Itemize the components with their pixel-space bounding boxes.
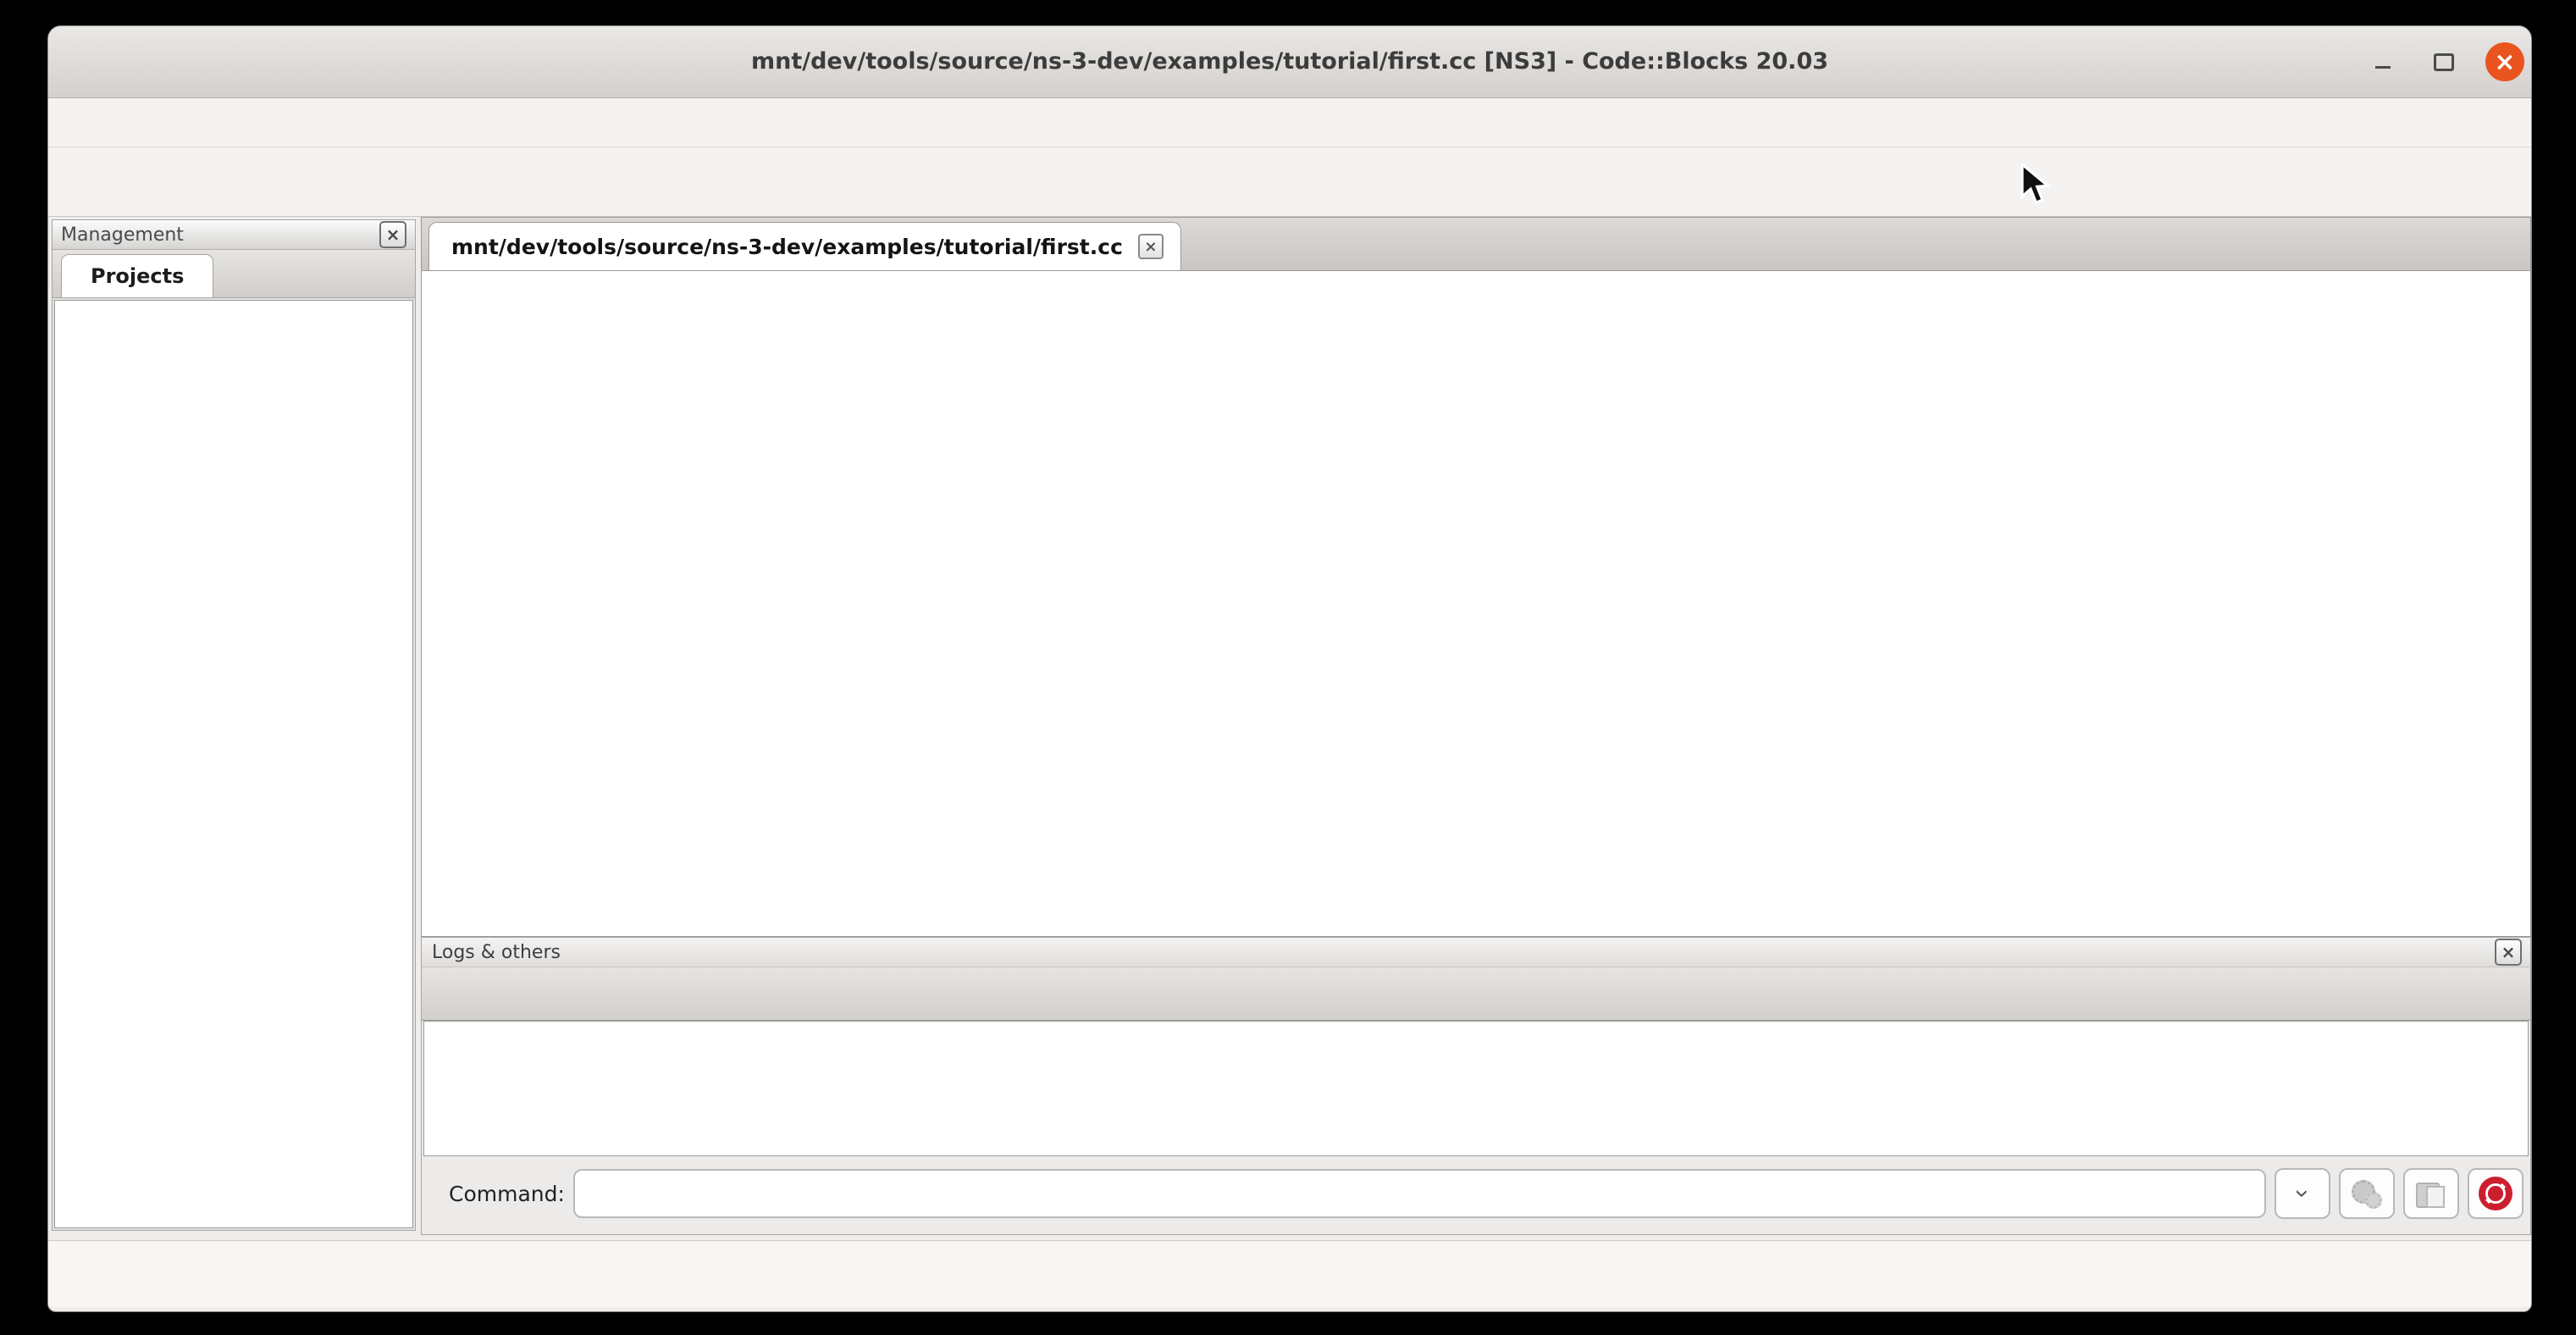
menubar: [48, 98, 2531, 147]
management-caption-label: Management: [61, 224, 184, 246]
logs-panel: Logs & others × Command: ›: [421, 937, 2531, 1235]
close-tab-icon[interactable]: ×: [1138, 234, 1164, 259]
window-controls: ×: [2363, 26, 2524, 97]
gears-icon: [2352, 1178, 2382, 1209]
debugger-settings-button[interactable]: [2339, 1168, 2395, 1219]
chevron-down-icon: ›: [2288, 1189, 2317, 1198]
editor-tabbar: mnt/dev/tools/source/ns-3-dev/examples/t…: [422, 218, 2530, 271]
command-label: Command:: [449, 1182, 565, 1206]
codeblocks-window: mnt/dev/tools/source/ns-3-dev/examples/t…: [47, 25, 2532, 1312]
copy-log-button[interactable]: [2403, 1168, 2459, 1219]
stop-icon: [2479, 1177, 2512, 1210]
management-caption: Management ×: [53, 220, 415, 250]
editor-notebook: mnt/dev/tools/source/ns-3-dev/examples/t…: [421, 217, 2531, 937]
management-panel: Management × Projects: [52, 219, 416, 1231]
logs-tabbar: [422, 967, 2530, 1021]
command-history-dropdown[interactable]: ›: [2275, 1168, 2330, 1219]
clear-log-button[interactable]: [2468, 1168, 2523, 1219]
toolbar: [48, 147, 2531, 217]
copy-icon: [2416, 1179, 2446, 1208]
statusbar: [48, 1240, 2531, 1307]
close-logs-icon[interactable]: ×: [2495, 939, 2522, 966]
mouse-cursor: [2019, 163, 2059, 208]
command-input[interactable]: [573, 1169, 2266, 1218]
debugger-command-row: Command: ›: [423, 1155, 2529, 1233]
tab-projects[interactable]: Projects: [61, 254, 213, 297]
logs-caption: Logs & others ×: [422, 938, 2530, 967]
logs-caption-label: Logs & others: [432, 942, 561, 963]
maximize-icon[interactable]: [2424, 42, 2463, 81]
debugger-output[interactable]: [423, 1021, 2529, 1156]
project-tree: [54, 300, 413, 1228]
close-icon[interactable]: ×: [2485, 42, 2524, 81]
code-editor[interactable]: [422, 271, 2530, 936]
window-title: mnt/dev/tools/source/ns-3-dev/examples/t…: [48, 26, 2531, 97]
editor-tab-label: mnt/dev/tools/source/ns-3-dev/examples/t…: [451, 235, 1123, 259]
close-management-icon[interactable]: ×: [379, 221, 406, 248]
minimize-icon[interactable]: [2363, 42, 2402, 81]
titlebar[interactable]: mnt/dev/tools/source/ns-3-dev/examples/t…: [48, 26, 2531, 98]
management-tabs: Projects: [53, 250, 415, 298]
editor-tab-first-cc[interactable]: mnt/dev/tools/source/ns-3-dev/examples/t…: [428, 222, 1181, 270]
